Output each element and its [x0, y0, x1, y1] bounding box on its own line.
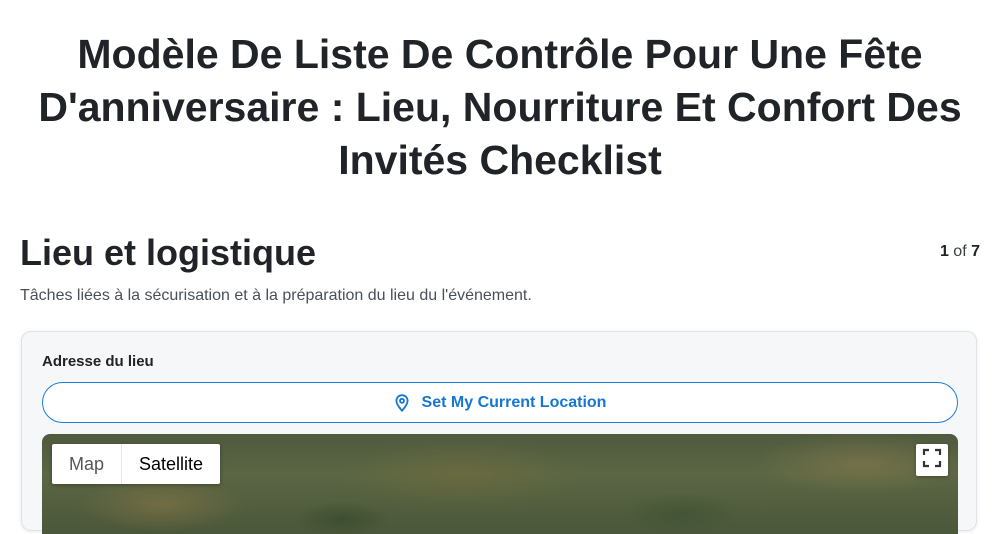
venue-address-label: Adresse du lieu [42, 353, 154, 370]
map-fullscreen-button[interactable] [916, 444, 948, 476]
map-type-toggle: Map Satellite [52, 444, 221, 484]
section-description: Tâches liées à la sécurisation et à la p… [20, 287, 532, 304]
section-title: Lieu et logistique [20, 232, 317, 273]
map-pin-icon [394, 393, 410, 412]
page-title: Modèle De Liste De Contrôle Pour Une Fêt… [38, 31, 962, 183]
venue-address-card: Adresse du lieu Set My Current Location … [21, 331, 977, 534]
pager-total: 7 [971, 243, 980, 260]
set-current-location-label: Set My Current Location [421, 393, 607, 411]
venue-map[interactable]: Map Satellite [42, 434, 958, 534]
set-current-location-button[interactable]: Set My Current Location [42, 382, 958, 423]
fullscreen-icon [922, 448, 942, 473]
map-type-map[interactable]: Map [52, 444, 123, 484]
pager-of: of [953, 243, 967, 260]
map-type-satellite[interactable]: Satellite [122, 444, 220, 484]
step-pager: 1 of 7 [940, 243, 980, 261]
pager-current: 1 [939, 243, 949, 260]
